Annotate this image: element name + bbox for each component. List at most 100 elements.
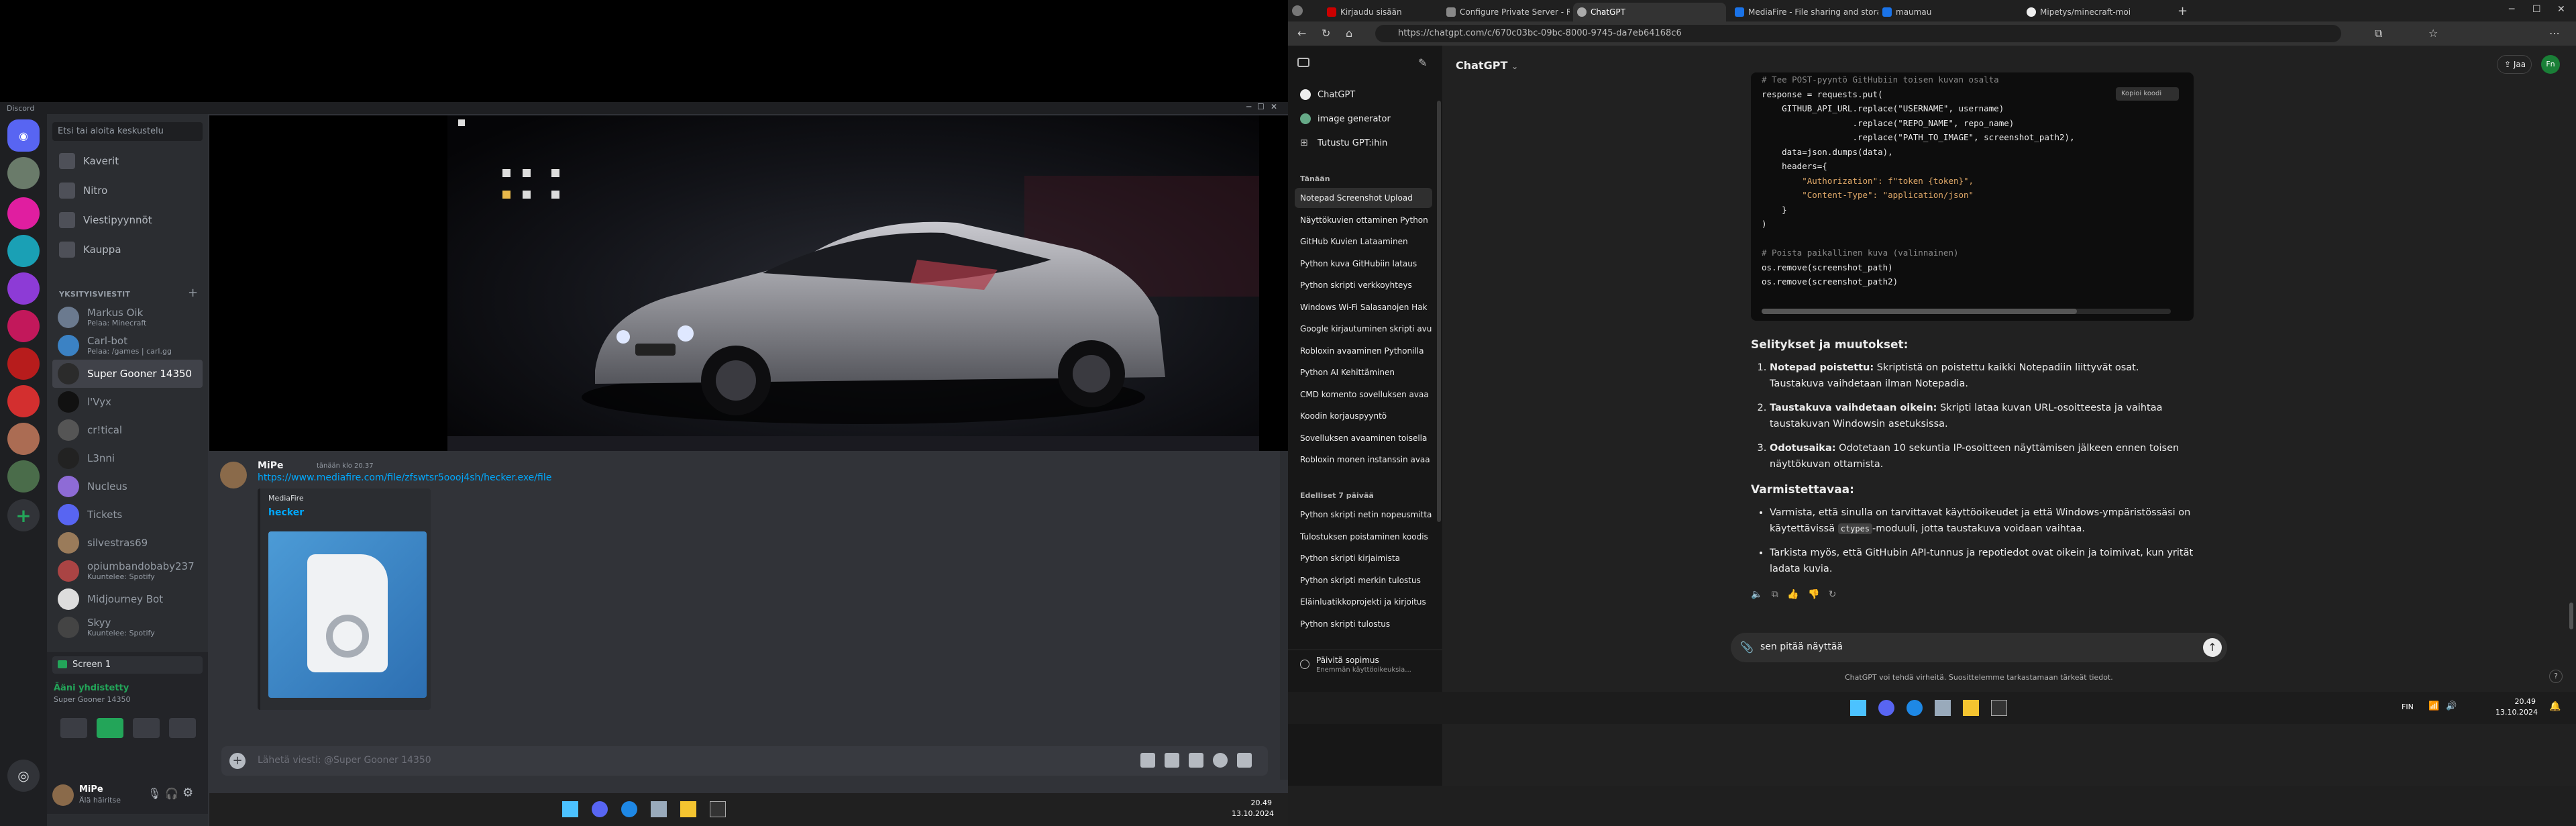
speaker-icon[interactable]: 🔈 xyxy=(1751,589,1762,600)
prompt-text[interactable]: sen pitää näyttää xyxy=(1760,641,1843,652)
embed-title[interactable]: hecker xyxy=(268,507,304,518)
maximize-icon[interactable]: ☐ xyxy=(2532,4,2541,15)
start-icon[interactable] xyxy=(1850,700,1866,716)
history-item[interactable]: Näyttökuvien ottaminen Python xyxy=(1295,210,1432,230)
history-item[interactable]: Python skripti merkin tulostus xyxy=(1295,570,1432,590)
sidebar-toggle-icon[interactable] xyxy=(1297,58,1309,67)
dm-item[interactable]: L3nni xyxy=(52,444,203,472)
history-item[interactable]: Sovelluksen avaaminen toisella xyxy=(1295,428,1432,448)
edge-icon[interactable] xyxy=(621,801,637,817)
address-bar[interactable]: https://chatgpt.com/c/670c03bc-09bc-8000… xyxy=(1375,25,2341,42)
thumbs-up-icon[interactable]: 👍 xyxy=(1787,589,1799,600)
dm-item[interactable]: cr!tical xyxy=(52,416,203,444)
attach-icon[interactable]: 📎 xyxy=(1740,641,1754,654)
dm-item[interactable]: Midjourney Bot xyxy=(52,585,203,613)
copy-icon[interactable]: ⧉ xyxy=(1772,589,1778,600)
home-icon[interactable]: ⌂ xyxy=(1346,27,1352,40)
microphone-icon[interactable]: 🎙 xyxy=(148,787,161,800)
close-icon[interactable]: ✕ xyxy=(1271,102,1277,111)
menu-icon[interactable]: ⋯ xyxy=(2549,27,2560,40)
wifi-icon[interactable]: 📶 xyxy=(2428,701,2439,711)
sticker-icon[interactable] xyxy=(1189,753,1203,768)
tab-maumau[interactable]: maumau xyxy=(1878,3,2019,21)
server-icon[interactable] xyxy=(7,157,40,189)
history-item[interactable]: Robloxin monen instanssin avaa xyxy=(1295,450,1432,470)
dm-item[interactable]: Super Gooner 14350 xyxy=(52,360,203,388)
camera-button[interactable] xyxy=(60,718,87,738)
extensions-icon[interactable]: ⧉ xyxy=(2375,27,2382,40)
start-icon[interactable] xyxy=(562,801,578,817)
profile-icon[interactable] xyxy=(1292,5,1303,16)
dm-item[interactable]: Skyy Kuuntelee: Spotify xyxy=(52,613,203,641)
add-dm-icon[interactable]: + xyxy=(188,286,198,300)
voice-channel[interactable]: Super Gooner 14350 xyxy=(54,695,130,704)
dm-item[interactable]: Tickets xyxy=(52,501,203,529)
new-chat-icon[interactable]: ✎ xyxy=(1418,56,1427,69)
dm-item[interactable]: l'Vyx xyxy=(52,388,203,416)
volume-icon[interactable]: 🔊 xyxy=(2446,701,2457,711)
history-item[interactable]: GitHub Kuvien Lataaminen xyxy=(1295,231,1432,252)
discord-home-icon[interactable]: ◉ xyxy=(7,119,40,152)
minimize-icon[interactable]: ─ xyxy=(2509,4,2514,15)
help-icon[interactable]: ? xyxy=(2549,670,2563,683)
dm-item[interactable]: Carl-bot Pelaa: /games | carl.gg xyxy=(52,331,203,360)
gif-icon[interactable] xyxy=(1165,753,1179,768)
dm-item[interactable]: opiumbandobaby237 Kuuntelee: Spotify xyxy=(52,557,203,585)
emoji-icon[interactable] xyxy=(1213,753,1228,768)
server-icon[interactable] xyxy=(7,423,40,455)
nav-friends[interactable]: Kaverit xyxy=(52,148,203,174)
upgrade-plan[interactable]: Päivitä sopimus Enemmän käyttöoikeuksia.… xyxy=(1288,650,1442,680)
sidebar-scrollbar[interactable] xyxy=(1437,101,1441,522)
terminal-icon[interactable] xyxy=(710,801,726,817)
history-item[interactable]: Eläinluatikkoprojekti ja kirjoitus xyxy=(1295,592,1432,612)
avatar[interactable] xyxy=(52,784,74,806)
sidebar-chatgpt[interactable]: ChatGPT xyxy=(1295,85,1432,105)
embed-image[interactable] xyxy=(268,531,427,698)
server-icon[interactable] xyxy=(7,310,40,342)
history-item[interactable]: Notepad Screenshot Upload xyxy=(1295,188,1432,208)
dm-item[interactable]: Markus Oik Pelaa: Minecraft xyxy=(52,303,203,331)
history-item[interactable]: CMD komento sovelluksen avaa xyxy=(1295,384,1432,405)
history-item[interactable]: Python AI Kehittäminen xyxy=(1295,362,1432,382)
avatar[interactable]: Fn xyxy=(2541,55,2560,74)
history-item[interactable]: Python kuva GitHubiin lataus xyxy=(1295,254,1432,274)
dm-item[interactable]: silvestras69 xyxy=(52,529,203,557)
code-scrollbar[interactable] xyxy=(1762,309,2171,314)
notepad-icon[interactable] xyxy=(651,801,667,817)
regenerate-icon[interactable]: ↻ xyxy=(1829,589,1837,600)
stream-view[interactable] xyxy=(209,115,1288,451)
tab-login[interactable]: Kirjaudu sisään xyxy=(1323,3,1424,21)
history-item[interactable]: Python skripti verkkoyhteys xyxy=(1295,275,1432,295)
dm-item[interactable]: Nucleus xyxy=(52,472,203,501)
activities-button[interactable] xyxy=(133,718,160,738)
message-input[interactable]: Lähetä viesti: @Super Gooner 14350 xyxy=(258,755,431,766)
chat-scrollbar[interactable] xyxy=(1280,451,1288,780)
history-item[interactable]: Python skripti kirjaimista xyxy=(1295,548,1432,568)
message-avatar[interactable] xyxy=(220,462,247,488)
nav-shop[interactable]: Kauppa xyxy=(52,236,203,263)
add-server-icon[interactable]: + xyxy=(7,499,40,531)
discord-taskbar-icon[interactable] xyxy=(592,801,608,817)
prompt-input[interactable]: 📎 sen pitää näyttää ↑ xyxy=(1731,633,2227,662)
history-item[interactable]: Python skripti tulostus xyxy=(1295,614,1432,634)
server-icon[interactable] xyxy=(7,272,40,305)
close-icon[interactable]: ✕ xyxy=(2557,4,2565,15)
history-item[interactable]: Python skripti netin nopeusmitta xyxy=(1295,505,1432,525)
message-author[interactable]: MiPe xyxy=(258,460,284,471)
soundboard-button[interactable] xyxy=(169,718,196,738)
copy-code-button[interactable]: Kopioi koodi xyxy=(2116,87,2179,101)
sidebar-explore-gpts[interactable]: ⊞ Tutustu GPT:ihin xyxy=(1295,133,1432,153)
apps-icon[interactable] xyxy=(1237,753,1252,768)
send-button[interactable]: ↑ xyxy=(2203,638,2222,657)
server-icon[interactable] xyxy=(7,348,40,380)
history-item[interactable]: Google kirjautuminen skripti avu xyxy=(1295,319,1432,339)
notification-icon[interactable]: 🔔 xyxy=(2549,701,2561,712)
download-icon[interactable]: ◎ xyxy=(7,760,40,792)
message-composer[interactable]: + Lähetä viesti: @Super Gooner 14350 xyxy=(221,746,1268,776)
model-selector[interactable]: ChatGPT ⌄ xyxy=(1456,59,1518,72)
screen-share-tab[interactable]: Screen 1 xyxy=(52,656,203,674)
gift-icon[interactable] xyxy=(1140,753,1155,768)
nav-message-requests[interactable]: Viestipyynnöt xyxy=(52,207,203,234)
history-item[interactable]: Koodin korjauspyyntö xyxy=(1295,406,1432,426)
refresh-icon[interactable]: ↻ xyxy=(1322,27,1330,40)
